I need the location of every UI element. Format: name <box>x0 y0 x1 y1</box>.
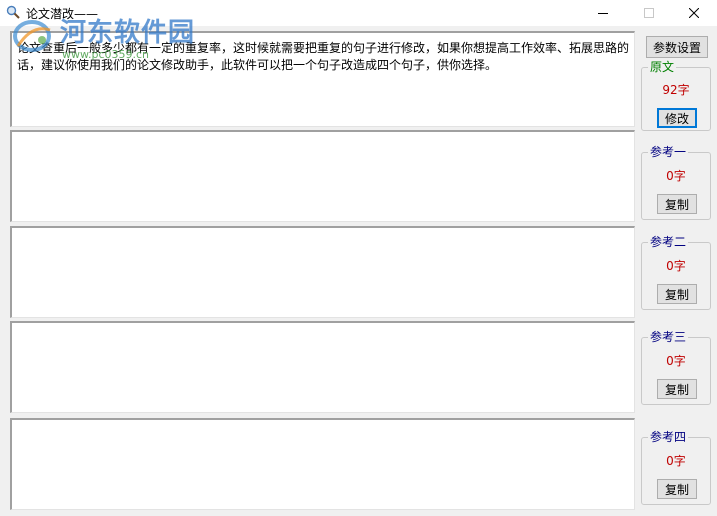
original-char-count: 92字 <box>662 83 690 97</box>
minimize-icon <box>598 13 608 14</box>
maximize-button[interactable] <box>626 0 672 26</box>
reference-one-group: 参考一 0字 复制 <box>641 145 711 220</box>
magnifier-icon <box>6 5 20 19</box>
reference-two-legend: 参考二 <box>648 235 689 249</box>
reference-three-char-count: 0字 <box>666 354 686 368</box>
reference-three-text-area[interactable] <box>10 321 635 413</box>
copy-reference-two-button[interactable]: 复制 <box>657 284 697 304</box>
reference-one-legend: 参考一 <box>648 145 689 159</box>
copy-reference-four-button[interactable]: 复制 <box>657 479 697 499</box>
original-group: 原文 92字 修改 <box>641 60 711 131</box>
modify-button[interactable]: 修改 <box>657 108 697 128</box>
reference-one-char-count: 0字 <box>666 169 686 183</box>
copy-reference-one-button[interactable]: 复制 <box>657 194 697 214</box>
reference-four-legend: 参考四 <box>648 430 689 444</box>
reference-two-text-area[interactable] <box>10 226 635 318</box>
copy-reference-three-button[interactable]: 复制 <box>657 379 697 399</box>
reference-three-legend: 参考三 <box>648 330 689 344</box>
original-legend: 原文 <box>648 60 677 74</box>
reference-four-group: 参考四 0字 复制 <box>641 430 711 505</box>
reference-one-text-area[interactable] <box>10 130 635 222</box>
title-bar[interactable]: 论文潜改—— <box>0 0 717 26</box>
window-title: 论文潜改—— <box>26 7 99 21</box>
original-text-area[interactable]: 论文查重后一般多少都有一定的重复率，这时候就需要把重复的句子进行修改，如果你想提… <box>10 31 635 127</box>
minimize-button[interactable] <box>580 0 626 26</box>
close-button[interactable] <box>671 0 717 26</box>
reference-two-char-count: 0字 <box>666 259 686 273</box>
reference-two-group: 参考二 0字 复制 <box>641 235 711 310</box>
settings-button[interactable]: 参数设置 <box>646 36 708 58</box>
maximize-icon <box>644 8 654 18</box>
reference-three-group: 参考三 0字 复制 <box>641 330 711 405</box>
close-icon <box>689 8 699 18</box>
reference-four-text-area[interactable] <box>10 418 635 510</box>
reference-four-char-count: 0字 <box>666 454 686 468</box>
